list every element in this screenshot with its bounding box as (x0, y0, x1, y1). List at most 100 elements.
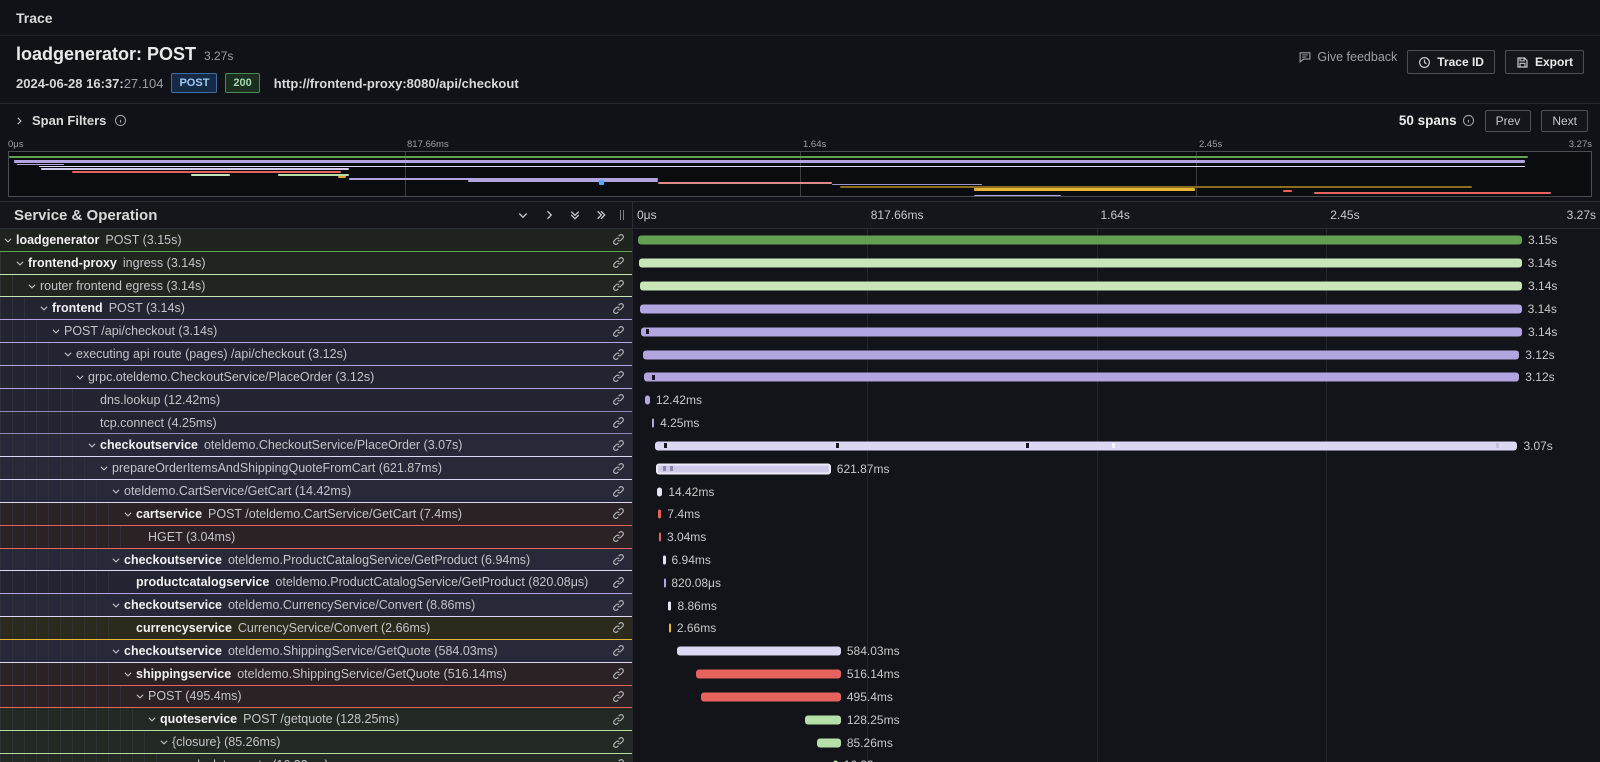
span-name-cell[interactable]: HGET (3.04ms) (0, 526, 604, 548)
span-name-cell[interactable]: dns.lookup (12.42ms) (0, 389, 604, 411)
span-collapse-chevron-icon[interactable] (84, 440, 100, 450)
span-bar[interactable] (657, 487, 662, 496)
span-timeline-cell[interactable]: 3.14s (632, 252, 1600, 275)
give-feedback-link[interactable]: Give feedback (1298, 50, 1397, 64)
span-collapse-chevron-icon[interactable] (108, 486, 124, 496)
span-name-cell[interactable]: POST /api/checkout (3.14s) (0, 320, 604, 342)
span-link-icon[interactable] (604, 663, 632, 685)
span-timeline-cell[interactable]: 12.42ms (632, 389, 1600, 412)
span-collapse-chevron-icon[interactable] (108, 600, 124, 610)
span-timeline-cell[interactable]: 3.14s (632, 297, 1600, 320)
span-collapse-chevron-icon[interactable] (132, 691, 148, 701)
span-link-icon[interactable] (604, 229, 632, 251)
span-name-cell[interactable]: loadgenerator POST (3.15s) (0, 229, 604, 251)
span-name-cell[interactable]: shippingservice oteldemo.ShippingService… (0, 663, 604, 685)
span-link-icon[interactable] (604, 754, 632, 762)
span-row[interactable]: POST (495.4ms) 495.4ms (0, 686, 1600, 709)
span-timeline-cell[interactable]: 820.08μs (632, 571, 1600, 594)
span-timeline-cell[interactable]: 7.4ms (632, 503, 1600, 526)
span-link-icon[interactable] (604, 731, 632, 753)
span-name-cell[interactable]: checkoutservice oteldemo.ProductCatalogS… (0, 549, 604, 571)
column-resize-handle[interactable] (617, 210, 626, 220)
span-link-icon[interactable] (604, 594, 632, 616)
span-row[interactable]: oteldemo.CartService/GetCart (14.42ms) 1… (0, 480, 1600, 503)
span-row[interactable]: currencyservice CurrencyService/Convert … (0, 617, 1600, 640)
span-link-icon[interactable] (604, 412, 632, 434)
span-name-cell[interactable]: frontend POST (3.14s) (0, 297, 604, 319)
span-collapse-chevron-icon[interactable] (60, 349, 76, 359)
span-link-icon[interactable] (604, 320, 632, 342)
expand-all-icon[interactable] (595, 209, 607, 221)
span-bar[interactable] (659, 533, 661, 542)
trace-minimap[interactable]: 0μs817.66ms1.64s2.45s3.27s (8, 139, 1592, 197)
span-collapse-chevron-icon[interactable] (12, 258, 28, 268)
span-row[interactable]: productcatalogservice oteldemo.ProductCa… (0, 571, 1600, 594)
span-timeline-cell[interactable]: 3.14s (632, 320, 1600, 343)
span-timeline-cell[interactable]: 3.07s (632, 434, 1600, 457)
span-bar[interactable] (701, 692, 841, 701)
span-link-icon[interactable] (604, 571, 632, 593)
span-timeline-cell[interactable]: 128.25ms (632, 708, 1600, 731)
span-bar[interactable] (643, 350, 1520, 359)
span-name-cell[interactable]: frontend-proxy ingress (3.14s) (0, 252, 604, 274)
span-bar[interactable] (677, 647, 841, 656)
span-timeline-cell[interactable]: 8.86ms (632, 594, 1600, 617)
span-collapse-chevron-icon[interactable] (144, 714, 160, 724)
span-link-icon[interactable] (604, 526, 632, 548)
span-timeline-cell[interactable]: 14.42ms (632, 480, 1600, 503)
span-timeline-cell[interactable]: 516.14ms (632, 663, 1600, 686)
span-link-icon[interactable] (604, 434, 632, 456)
collapse-one-icon[interactable] (517, 209, 529, 221)
span-name-cell[interactable]: tcp.connect (4.25ms) (0, 412, 604, 434)
span-name-cell[interactable]: quoteservice POST /getquote (128.25ms) (0, 708, 604, 730)
span-timeline-cell[interactable]: 584.03ms (632, 640, 1600, 663)
span-link-icon[interactable] (604, 480, 632, 502)
export-button[interactable]: Export (1505, 50, 1584, 74)
span-name-cell[interactable]: POST (495.4ms) (0, 686, 604, 708)
span-row[interactable]: quoteservice POST /getquote (128.25ms) 1… (0, 708, 1600, 731)
span-link-icon[interactable] (604, 708, 632, 730)
span-timeline-cell[interactable]: 3.04ms (632, 526, 1600, 549)
span-timeline-cell[interactable]: 3.12s (632, 343, 1600, 366)
span-timeline-cell[interactable]: 3.15s (632, 229, 1600, 252)
span-link-icon[interactable] (604, 549, 632, 571)
span-link-icon[interactable] (604, 640, 632, 662)
span-timeline-cell[interactable]: 3.12s (632, 366, 1600, 389)
span-row[interactable]: dns.lookup (12.42ms) 12.42ms (0, 389, 1600, 412)
span-link-icon[interactable] (604, 389, 632, 411)
span-name-cell[interactable]: oteldemo.CartService/GetCart (14.42ms) (0, 480, 604, 502)
span-bar[interactable] (638, 236, 1522, 245)
span-timeline-cell[interactable]: 621.87ms (632, 457, 1600, 480)
next-button[interactable]: Next (1541, 110, 1588, 132)
span-name-cell[interactable]: executing api route (pages) /api/checkou… (0, 343, 604, 365)
span-name-cell[interactable]: checkoutservice oteldemo.CurrencyService… (0, 594, 604, 616)
span-row[interactable]: checkoutservice oteldemo.ProductCatalogS… (0, 549, 1600, 572)
span-row[interactable]: calculate-quote (16.33ms) 16.33ms (0, 754, 1600, 762)
span-row[interactable]: prepareOrderItemsAndShippingQuoteFromCar… (0, 457, 1600, 480)
span-filters-toggle[interactable]: Span Filters (14, 113, 127, 128)
span-bar[interactable] (645, 396, 650, 405)
span-row[interactable]: frontend-proxy ingress (3.14s) 3.14s (0, 252, 1600, 275)
span-link-icon[interactable] (604, 297, 632, 319)
expand-one-icon[interactable] (543, 209, 555, 221)
span-row[interactable]: checkoutservice oteldemo.CheckoutService… (0, 434, 1600, 457)
span-link-icon[interactable] (604, 686, 632, 708)
collapse-all-icon[interactable] (569, 209, 581, 221)
span-bar[interactable] (817, 738, 841, 747)
span-bar[interactable] (640, 282, 1522, 291)
span-collapse-chevron-icon[interactable] (108, 646, 124, 656)
span-timeline-cell[interactable]: 2.66ms (632, 617, 1600, 640)
span-collapse-chevron-icon[interactable] (120, 509, 136, 519)
span-row[interactable]: cartservice POST /oteldemo.CartService/G… (0, 503, 1600, 526)
span-collapse-chevron-icon[interactable] (48, 326, 64, 336)
span-name-cell[interactable]: checkoutservice oteldemo.CheckoutService… (0, 434, 604, 456)
trace-id-button[interactable]: Trace ID (1407, 50, 1495, 74)
span-name-cell[interactable]: productcatalogservice oteldemo.ProductCa… (0, 571, 604, 593)
span-row[interactable]: HGET (3.04ms) 3.04ms (0, 526, 1600, 549)
span-collapse-chevron-icon[interactable] (0, 235, 16, 245)
span-name-cell[interactable]: calculate-quote (16.33ms) (0, 754, 604, 762)
span-collapse-chevron-icon[interactable] (36, 303, 52, 313)
span-bar[interactable] (652, 419, 654, 428)
span-bar[interactable] (639, 259, 1521, 268)
span-timeline-cell[interactable]: 85.26ms (632, 731, 1600, 754)
